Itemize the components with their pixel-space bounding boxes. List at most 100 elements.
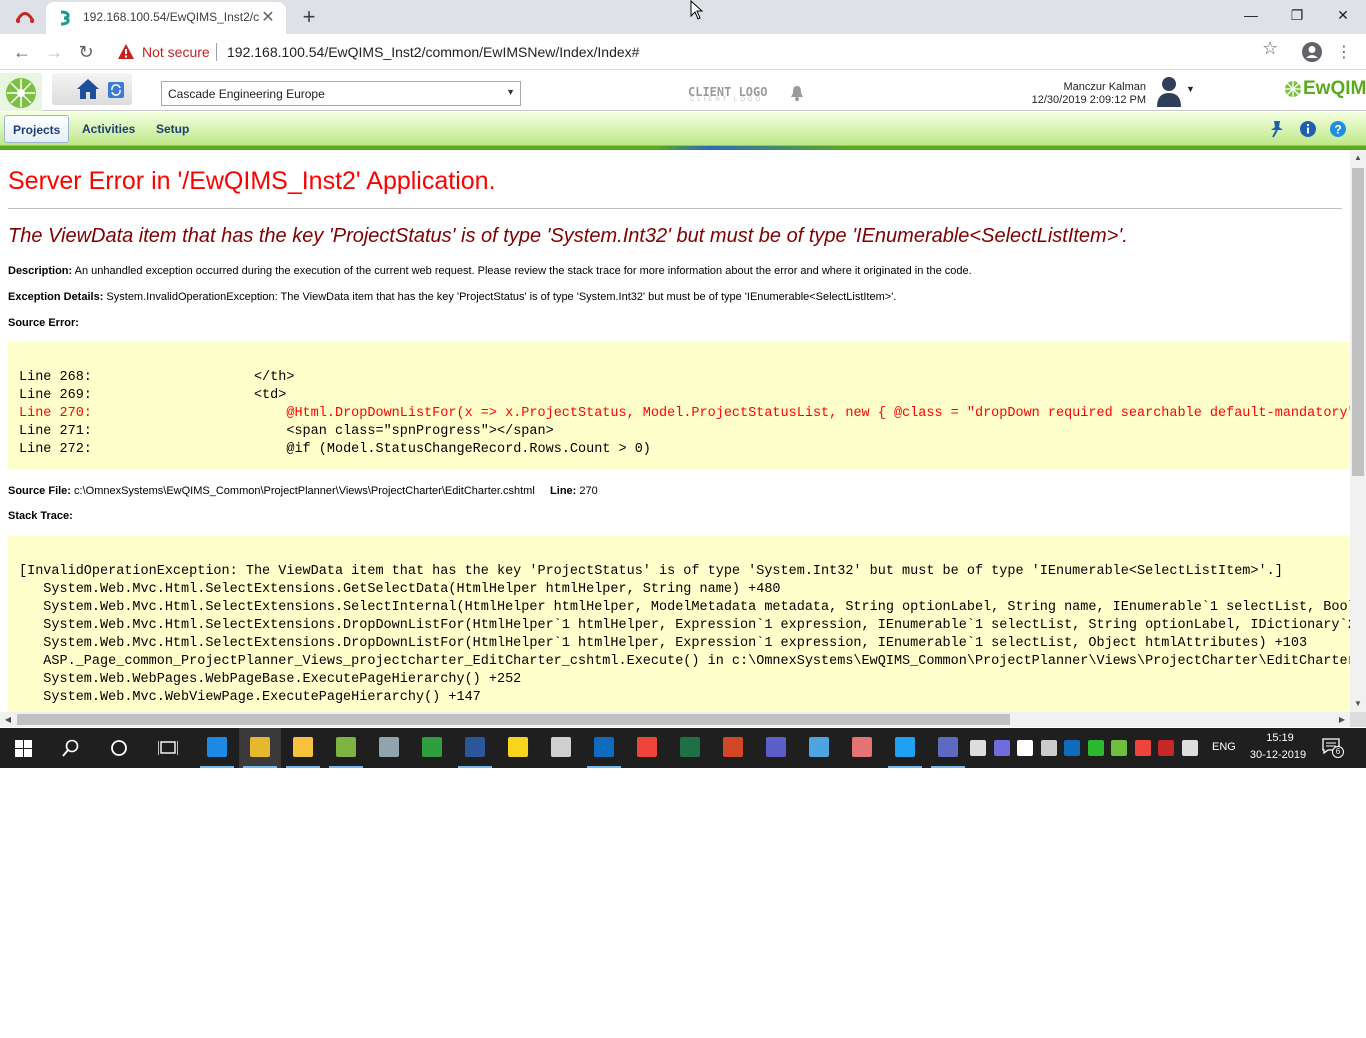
warning-triangle-icon[interactable] <box>118 44 134 59</box>
taskbar-app[interactable] <box>282 728 324 768</box>
forward-arrow-icon[interactable]: → <box>40 38 68 66</box>
minimize-button[interactable]: — <box>1228 0 1274 30</box>
address-bar[interactable]: Not secure 192.168.100.54/EwQIMS_Inst2/c… <box>108 37 1290 67</box>
profile-icon[interactable] <box>1302 42 1322 62</box>
app-shortcut-icon[interactable] <box>14 8 36 24</box>
screen: 192.168.100.54/EwQIMS_Inst2/co ✕ + — ❐ ✕… <box>0 0 1366 768</box>
browser-menu-icon[interactable]: ⋮ <box>1336 42 1352 62</box>
close-window-button[interactable]: ✕ <box>1320 0 1366 30</box>
running-indicator <box>329 766 363 768</box>
taskbar-app[interactable] <box>583 728 625 768</box>
taskbar-app[interactable] <box>454 728 496 768</box>
teams-icon <box>766 737 786 757</box>
tray-anydesk-icon[interactable] <box>1134 740 1151 756</box>
taskbar-app[interactable] <box>368 728 410 768</box>
taskbar-app[interactable] <box>325 728 367 768</box>
nav-activities[interactable]: Activities <box>74 115 143 143</box>
not-secure-label[interactable]: Not secure <box>142 44 210 60</box>
scroll-down-icon[interactable]: ▼ <box>1350 696 1366 712</box>
scroll-right-icon[interactable]: ▶ <box>1334 712 1350 727</box>
scroll-left-icon[interactable]: ◀ <box>0 712 16 727</box>
source-line-number: Line 272: <box>19 442 92 457</box>
cortana-icon[interactable] <box>110 739 128 757</box>
home-icon[interactable] <box>76 77 100 101</box>
reload-icon[interactable]: ↻ <box>72 38 100 66</box>
nav-setup[interactable]: Setup <box>148 115 197 143</box>
stack-trace-box: [InvalidOperationException: The ViewData… <box>8 536 1350 712</box>
tab-close-icon[interactable]: ✕ <box>258 8 278 28</box>
taskbar-app[interactable] <box>884 728 926 768</box>
client-logo: CLIENT LOGO CLIENT LOGO <box>688 83 768 105</box>
clock-date[interactable]: 30-12-2019 <box>1246 749 1310 761</box>
help-icon[interactable]: ? <box>1329 120 1347 138</box>
taskbar-app[interactable] <box>497 728 539 768</box>
vertical-scrollbar[interactable]: ▲ ▼ <box>1350 150 1366 712</box>
taskbar-app[interactable] <box>411 728 453 768</box>
source-line-number: Line 271: <box>19 424 92 439</box>
taskbar-app[interactable] <box>755 728 797 768</box>
app-nav-menu: Projects Activities Setup ? <box>0 112 1366 146</box>
taskbar-app[interactable] <box>669 728 711 768</box>
internet-explorer-icon <box>895 737 915 757</box>
horizontal-scroll-thumb[interactable] <box>17 714 1010 725</box>
taskbar-app[interactable] <box>540 728 582 768</box>
running-indicator <box>587 766 621 768</box>
tray-app-icon[interactable] <box>993 740 1010 756</box>
windows-taskbar: ENG 15:19 30-12-2019 6 <box>0 728 1366 768</box>
restore-button[interactable]: ❐ <box>1274 0 1320 30</box>
taskbar-app[interactable] <box>712 728 754 768</box>
source-file-path: c:\OmnexSystems\EwQIMS_Common\ProjectPla… <box>74 485 535 497</box>
info-icon[interactable] <box>1299 120 1317 138</box>
stack-trace-line: System.Web.Mvc.Html.SelectExtensions.Get… <box>19 582 781 597</box>
browser-tab-active[interactable]: 192.168.100.54/EwQIMS_Inst2/co ✕ <box>46 2 286 34</box>
search-icon[interactable] <box>62 739 80 757</box>
nav-projects[interactable]: Projects <box>4 115 70 143</box>
tray-volume-mute-icon[interactable] <box>1040 740 1057 756</box>
notification-count: 6 <box>1332 746 1344 758</box>
source-line-number: Line 270: <box>19 406 92 421</box>
tray-shield-icon[interactable] <box>1017 740 1033 756</box>
horizontal-scrollbar[interactable]: ◀ ▶ <box>0 712 1350 727</box>
taskbar-app[interactable] <box>798 728 840 768</box>
tray-tool-icon[interactable] <box>1111 740 1127 756</box>
source-line-code: @Html.DropDownListFor(x => x.ProjectStat… <box>91 406 1350 421</box>
source-line-number: Line 269: <box>19 388 92 403</box>
source-line: Line 269: <td> <box>19 387 1350 405</box>
source-line: Line 272: @if (Model.StatusChangeRecord.… <box>19 441 1350 459</box>
url-text[interactable]: 192.168.100.54/EwQIMS_Inst2/common/EwIMS… <box>227 44 639 60</box>
scroll-up-icon[interactable]: ▲ <box>1350 150 1366 166</box>
taskbar-app[interactable] <box>927 728 969 768</box>
bell-icon[interactable] <box>790 85 804 101</box>
exception-text: System.InvalidOperationException: The Vi… <box>106 291 897 303</box>
pin-icon[interactable] <box>1268 120 1286 138</box>
omnex-logo-icon[interactable] <box>0 73 42 111</box>
new-tab-button[interactable]: + <box>296 4 322 30</box>
tray-flag-icon[interactable] <box>1158 740 1174 756</box>
vertical-scroll-thumb[interactable] <box>1352 168 1364 476</box>
description-label: Description: <box>8 265 73 277</box>
action-center-button[interactable]: 6 <box>1322 738 1344 758</box>
taskbar-app[interactable] <box>841 728 883 768</box>
taskbar-app[interactable] <box>626 728 668 768</box>
user-menu-caret-icon[interactable]: ▼ <box>1186 84 1195 94</box>
refresh-icon[interactable] <box>108 82 124 98</box>
company-select-value: Cascade Engineering Europe <box>168 87 325 101</box>
tray-arrow-icon[interactable] <box>970 740 986 756</box>
clock-time[interactable]: 15:19 <box>1250 732 1310 744</box>
back-arrow-icon[interactable]: ← <box>8 38 36 66</box>
source-line-code: <td> <box>91 388 287 403</box>
brand-flower-icon <box>1285 81 1301 97</box>
windows-start-icon[interactable] <box>15 740 32 757</box>
stack-trace-line: [InvalidOperationException: The ViewData… <box>19 564 1283 579</box>
taskbar-app[interactable] <box>196 728 238 768</box>
tray-check-icon[interactable] <box>1087 740 1104 756</box>
tray-outlook-icon[interactable] <box>1064 740 1080 756</box>
task-view-icon[interactable] <box>158 739 178 757</box>
source-code: Line 268: </th> Line 269: <td> Line 270: @… <box>19 369 1350 459</box>
avatar-icon[interactable] <box>1155 75 1183 107</box>
taskbar-app[interactable] <box>239 728 281 768</box>
tray-network-icon[interactable] <box>1181 740 1198 756</box>
paint-icon <box>379 737 399 757</box>
company-select[interactable]: Cascade Engineering Europe ▼ <box>161 81 521 106</box>
language-indicator[interactable]: ENG <box>1212 741 1236 753</box>
